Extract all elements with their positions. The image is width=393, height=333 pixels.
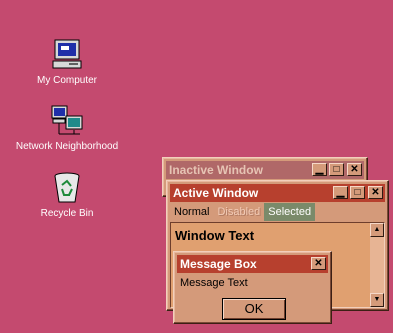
- menu-item-selected[interactable]: Selected: [264, 203, 316, 221]
- message-box-titlebar[interactable]: Message Box ✕: [177, 255, 328, 273]
- close-button[interactable]: ✕: [311, 257, 326, 270]
- desktop-icon-label: Recycle Bin: [40, 208, 94, 219]
- scroll-up-button[interactable]: ▲: [370, 223, 384, 237]
- inactive-window-title: Inactive Window: [169, 163, 263, 177]
- minimize-button[interactable]: ▁: [333, 186, 348, 199]
- active-window-title: Active Window: [173, 186, 259, 200]
- active-window-titlebar[interactable]: Active Window ▁ □ ✕: [170, 184, 385, 202]
- computer-icon: [50, 38, 84, 72]
- message-box-title: Message Box: [180, 257, 257, 271]
- ok-button[interactable]: OK: [222, 298, 286, 320]
- scroll-down-button[interactable]: ▼: [370, 293, 384, 307]
- message-text: Message Text: [180, 277, 248, 289]
- close-button[interactable]: ✕: [368, 186, 383, 199]
- window-text: Window Text: [175, 228, 255, 243]
- close-button[interactable]: ✕: [347, 163, 362, 176]
- maximize-button[interactable]: □: [350, 186, 365, 199]
- menu-item-disabled: Disabled: [217, 206, 261, 218]
- recycle-bin-icon: [50, 171, 84, 205]
- desktop-icon-label: Network Neighborhood: [15, 141, 119, 152]
- menu-bar: Normal Disabled Selected: [170, 203, 385, 221]
- network-icon: [50, 104, 84, 138]
- message-box[interactable]: Message Box ✕ Message Text OK: [173, 251, 332, 324]
- minimize-button[interactable]: ▁: [312, 163, 327, 176]
- inactive-window-titlebar[interactable]: Inactive Window ▁ □ ✕: [166, 161, 364, 179]
- desktop-icon-network-neighborhood[interactable]: Network Neighborhood: [12, 104, 122, 153]
- maximize-button[interactable]: □: [329, 163, 344, 176]
- desktop-icon-my-computer[interactable]: My Computer: [12, 38, 122, 87]
- desktop-icon-label: My Computer: [36, 75, 97, 86]
- desktop-icon-recycle-bin[interactable]: Recycle Bin: [12, 171, 122, 220]
- vertical-scrollbar[interactable]: ▲ ▼: [370, 223, 384, 307]
- menu-item-normal[interactable]: Normal: [170, 203, 213, 221]
